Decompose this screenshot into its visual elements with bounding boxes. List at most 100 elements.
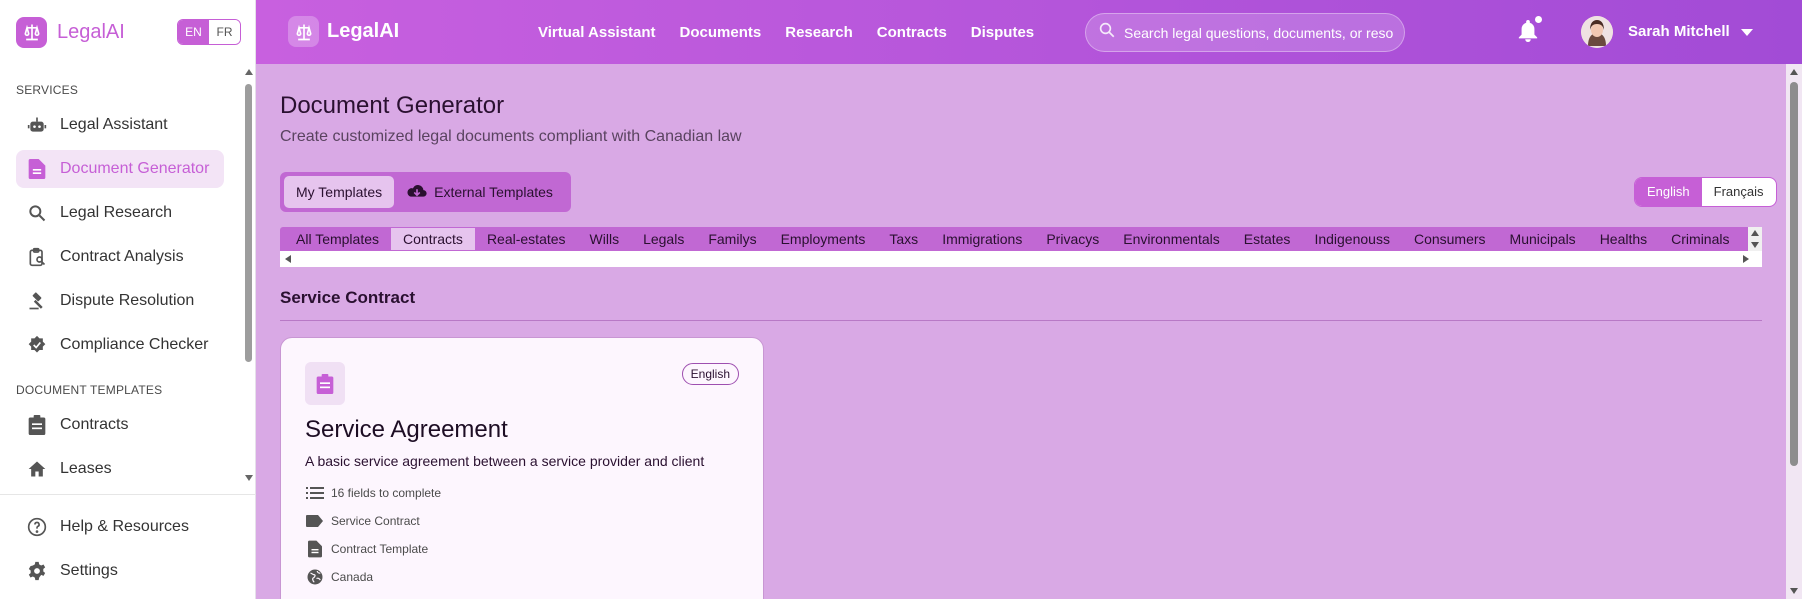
robot-icon	[26, 114, 48, 136]
scroll-down-arrow-icon[interactable]	[1750, 241, 1760, 249]
sidebar-item-settings[interactable]: Settings	[16, 552, 224, 590]
scroll-down-arrow-icon[interactable]	[1789, 587, 1799, 595]
scroll-up-arrow-icon[interactable]	[244, 68, 254, 76]
meta-text: 16 fields to complete	[331, 486, 442, 500]
section-divider	[280, 320, 1762, 321]
file-icon	[305, 540, 325, 558]
meta-fields: 16 fields to complete	[305, 484, 441, 502]
template-card[interactable]: English Service Agreement A basic servic…	[280, 337, 764, 599]
tab-criminals[interactable]: Criminals	[1659, 228, 1741, 250]
tab-privacys[interactable]: Privacys	[1034, 228, 1111, 250]
tab-contracts[interactable]: Contracts	[391, 228, 475, 250]
lang-french-button[interactable]: Français	[1702, 178, 1776, 206]
sidebar-footer: Help & Resources Settings	[0, 494, 256, 596]
sidebar-item-contracts[interactable]: Contracts	[16, 406, 224, 444]
scroll-down-arrow-icon[interactable]	[244, 474, 254, 482]
main-scroll-thumb[interactable]	[1790, 82, 1798, 466]
tag-icon	[305, 512, 325, 530]
cloud-download-icon	[406, 184, 428, 200]
gear-icon	[26, 560, 48, 582]
top-nav: Virtual Assistant Documents Research Con…	[538, 0, 1058, 64]
search-bar[interactable]	[1085, 13, 1405, 52]
sidebar-scroll-thumb[interactable]	[245, 84, 252, 362]
tab-taxs[interactable]: Taxs	[877, 228, 930, 250]
templates-list: Contracts Leases	[0, 406, 256, 494]
scroll-left-arrow-icon[interactable]	[284, 254, 292, 264]
scroll-up-arrow-icon[interactable]	[1789, 68, 1799, 76]
tab-healths[interactable]: Healths	[1588, 228, 1659, 250]
external-templates-label: External Templates	[434, 184, 553, 200]
tab-immigrations[interactable]: Immigrations	[930, 228, 1034, 250]
sidebar-item-leases[interactable]: Leases	[16, 450, 224, 488]
sidebar-item-dispute-resolution[interactable]: Dispute Resolution	[16, 282, 224, 320]
sidebar-item-legal-research[interactable]: Legal Research	[16, 194, 224, 232]
lang-fr-button[interactable]: FR	[209, 20, 240, 44]
tab-employments[interactable]: Employments	[769, 228, 878, 250]
list-icon	[305, 484, 325, 502]
sidebar-item-label: Dispute Resolution	[60, 292, 195, 309]
sidebar-item-document-generator[interactable]: Document Generator	[16, 150, 224, 188]
lang-en-button[interactable]: EN	[178, 20, 209, 44]
clipboard-icon	[26, 414, 48, 436]
external-templates-button[interactable]: External Templates	[394, 176, 565, 208]
nav-contracts[interactable]: Contracts	[877, 24, 947, 41]
tab-consumers[interactable]: Consumers	[1402, 228, 1498, 250]
scroll-up-arrow-icon[interactable]	[1750, 229, 1760, 237]
clipboard-search-icon	[26, 246, 48, 268]
tabs-horizontal-scrollbar[interactable]	[280, 251, 1762, 267]
gavel-icon	[26, 290, 48, 312]
tab-familys[interactable]: Familys	[696, 228, 768, 250]
sidebar-item-label: Compliance Checker	[60, 336, 209, 353]
sidebar-item-contract-analysis[interactable]: Contract Analysis	[16, 238, 224, 276]
my-templates-button[interactable]: My Templates	[284, 176, 395, 208]
sidebar-item-compliance-checker[interactable]: Compliance Checker	[16, 326, 224, 364]
tab-indigenouss[interactable]: Indigenouss	[1302, 228, 1402, 250]
meta-text: Service Contract	[331, 514, 420, 528]
sidebar-item-label: Settings	[60, 562, 118, 579]
scales-logo-icon	[288, 16, 319, 47]
meta-text: Canada	[331, 570, 374, 584]
tab-wills[interactable]: Wills	[578, 228, 632, 250]
category-tabs: All Templates Contracts Real-estates Wil…	[280, 227, 1762, 267]
meta-jurisdiction: Canada	[305, 568, 373, 586]
tab-municipals[interactable]: Municipals	[1498, 228, 1588, 250]
page-title: Document Generator	[280, 92, 505, 119]
nav-research[interactable]: Research	[785, 24, 853, 41]
sidebar-item-legal-assistant[interactable]: Legal Assistant	[16, 106, 224, 144]
meta-text: Contract Template	[331, 542, 429, 556]
sidebar-item-label: Contract Analysis	[60, 248, 184, 265]
services-list: Legal Assistant Document Generator Legal…	[0, 106, 256, 370]
tab-estates[interactable]: Estates	[1232, 228, 1303, 250]
tab-all-templates[interactable]: All Templates	[284, 228, 391, 250]
nav-disputes[interactable]: Disputes	[971, 24, 1034, 41]
card-title: Service Agreement	[305, 416, 508, 443]
notifications-button[interactable]	[1518, 16, 1542, 47]
services-heading: SERVICES	[16, 83, 79, 97]
tab-real-estates[interactable]: Real-estates	[475, 228, 578, 250]
main-scrollbar[interactable]	[1786, 64, 1802, 599]
search-input[interactable]	[1124, 24, 1394, 41]
tab-legals[interactable]: Legals	[631, 228, 696, 250]
category-tab-strip: All Templates Contracts Real-estates Wil…	[280, 227, 1762, 251]
sidebar-item-help[interactable]: Help & Resources	[16, 508, 224, 546]
verified-badge-icon	[26, 334, 48, 356]
user-name[interactable]: Sarah Mitchell	[1628, 23, 1730, 40]
language-badge: English	[681, 363, 739, 385]
sidebar-item-label: Leases	[60, 460, 112, 477]
nav-documents[interactable]: Documents	[680, 24, 762, 41]
chevron-down-icon[interactable]	[1741, 29, 1753, 36]
meta-type: Service Contract	[305, 512, 420, 530]
nav-virtual-assistant[interactable]: Virtual Assistant	[538, 24, 656, 41]
globe-icon	[305, 568, 325, 586]
avatar[interactable]	[1581, 16, 1613, 48]
sidebar-scrollbar[interactable]	[243, 66, 255, 484]
sidebar-item-label: Legal Research	[60, 204, 173, 221]
tab-environmentals[interactable]: Environmentals	[1111, 228, 1232, 250]
brand-name: LegalAI	[57, 20, 125, 43]
search-icon	[26, 202, 48, 224]
scroll-right-arrow-icon[interactable]	[1742, 254, 1750, 264]
tabs-vertical-scrollbar[interactable]	[1748, 227, 1762, 251]
notification-dot	[1535, 16, 1542, 23]
topbar-brand[interactable]: LegalAI	[288, 16, 399, 47]
lang-english-button[interactable]: English	[1635, 178, 1702, 206]
